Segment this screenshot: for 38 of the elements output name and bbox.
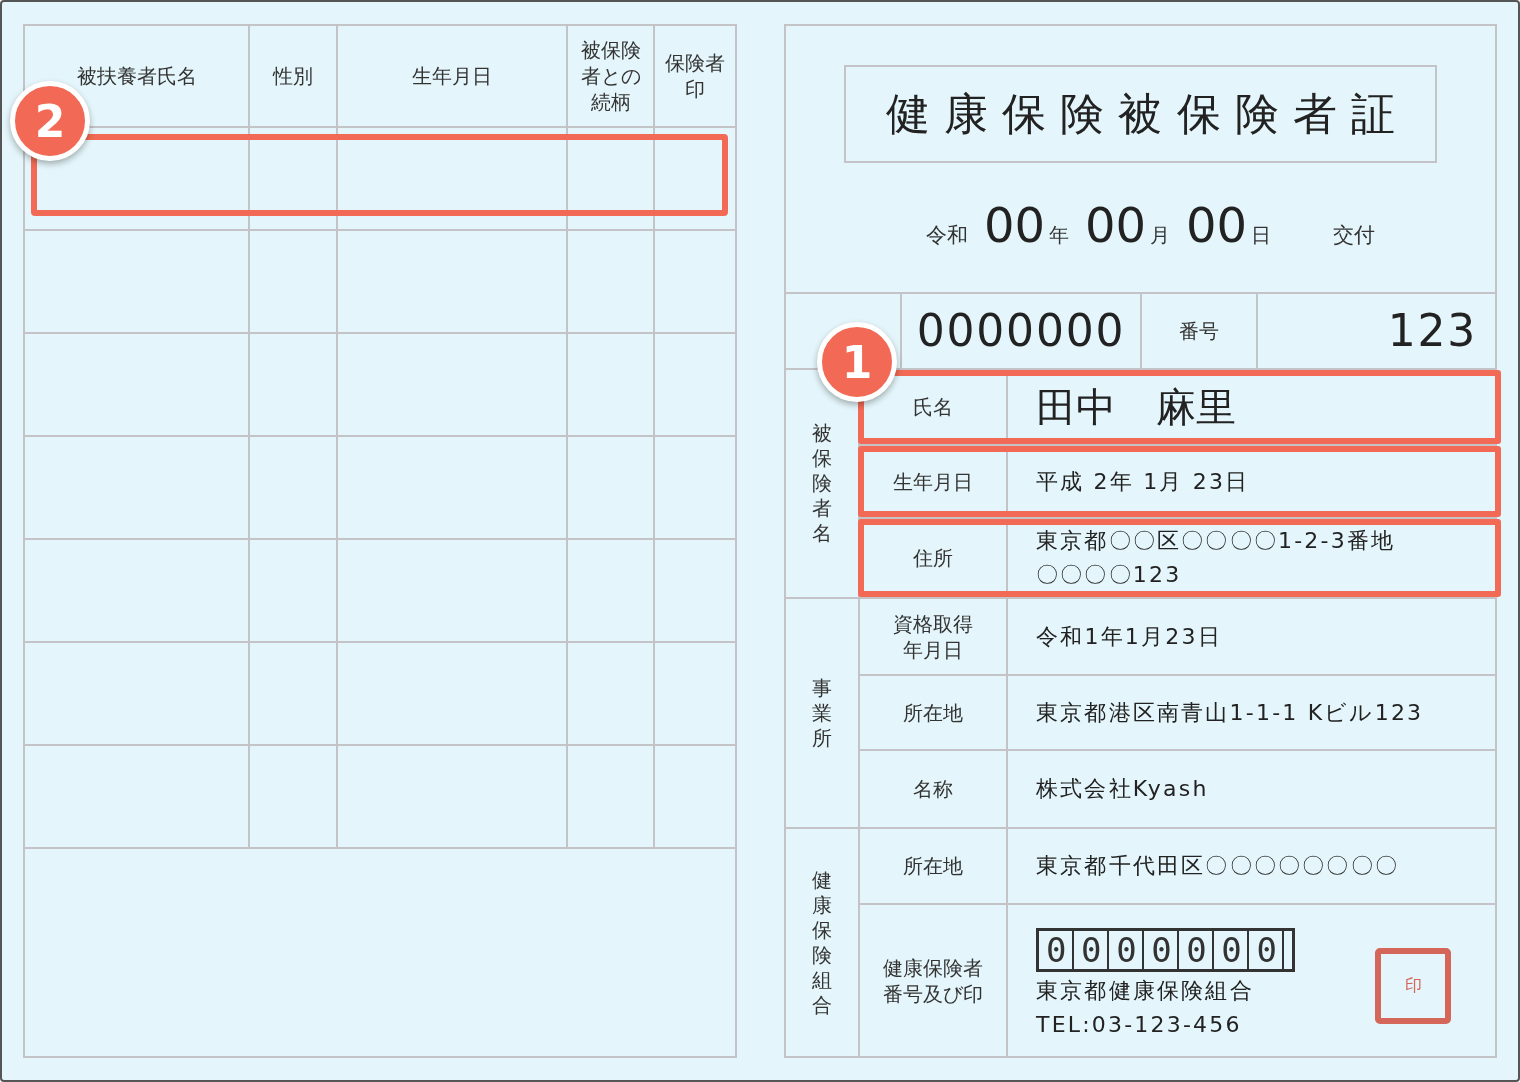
era-label: 令和 [925,222,968,249]
column-header: 保険者印 [664,50,726,102]
year-unit: 年 [1048,222,1069,249]
card-title: 健康保険被保険者証 [886,86,1409,141]
field-value: 株式会社Kyash [1036,775,1209,803]
column-header: 被保険者との続柄 [579,37,642,115]
field-label: 所在地 [903,699,963,726]
column-header: 性別 [273,63,313,89]
day-value: 00 [1186,197,1248,253]
field-label: 所在地 [903,853,963,879]
field-value: 東京都港区南青山1-1-1 Kビル123 [1036,698,1424,727]
field-label: 氏名 [913,394,953,420]
number-badge: 1 [817,322,897,402]
field-label: 健康保険者 番号及び印 [883,954,983,1007]
group-label: 健康保険組合 [812,867,832,1018]
phone-number: TEL:03-123-456 [1036,1010,1243,1039]
symbol-value: 0000000 [916,305,1126,357]
field-value: 東京都千代田区〇〇〇〇〇〇〇〇 [1036,852,1399,880]
number-label: 番号 [1179,317,1219,344]
column-header: 生年月日 [412,63,492,89]
field-label: 住所 [913,545,953,571]
insurer-name: 東京都健康保険組合 [1036,976,1255,1005]
field-value: 平成 2年 1月 23日 [1036,467,1250,496]
month-value: 00 [1084,197,1147,253]
field-label: 生年月日 [893,468,973,495]
group-label: 被保険者名 [812,421,832,546]
year-value: 00 [983,197,1045,253]
group-label: 事業所 [812,675,832,751]
field-value: 令和1年1月23日 [1036,622,1222,651]
month-unit: 月 [1150,222,1171,249]
field-label: 名称 [913,776,953,802]
field-value: 東京都〇〇区〇〇〇〇1-2-3番地 〇〇〇〇123 [1036,527,1396,589]
issue-label: 交付 [1333,222,1376,249]
seal-box: 印 [1375,947,1451,1024]
day-unit: 日 [1251,222,1272,249]
field-label: 資格取得 年月日 [893,610,973,663]
number-value: 123 [1387,305,1477,357]
field-value: 田中 麻里 [1036,382,1236,432]
